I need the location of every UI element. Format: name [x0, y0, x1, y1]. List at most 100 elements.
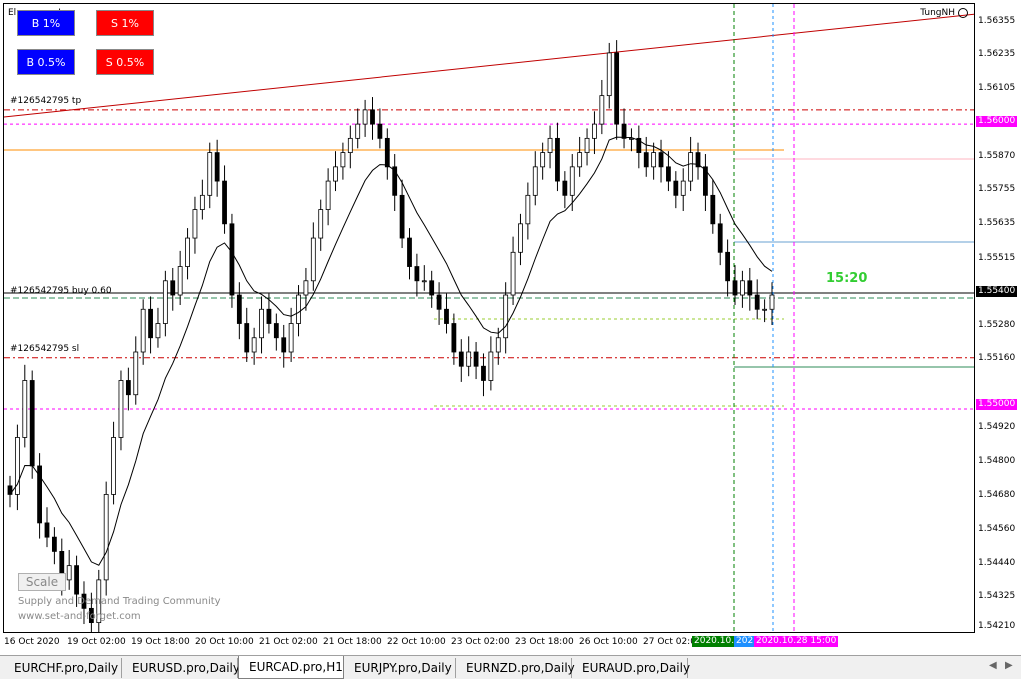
price-tick: 1.55515 [978, 253, 1016, 263]
time-tick: 26 Oct 10:00 [579, 637, 638, 647]
candle-body [229, 223, 235, 296]
sell-1-percent-button[interactable]: S 1% [96, 10, 154, 36]
tab-euraud[interactable]: EURAUD.pro,Daily [572, 658, 690, 678]
candle-body [710, 194, 716, 225]
chart-area[interactable]: ElL B 1% S 1% B 0.5% S 0.5% #126542795 t… [3, 3, 975, 633]
candle-body [74, 565, 79, 595]
candle-body [451, 323, 457, 353]
candle-body [547, 137, 553, 154]
price-axis[interactable]: 1.56355 1.56235 1.56105 1.56000 1.55870 … [975, 3, 1021, 633]
candle-body [281, 337, 287, 353]
candle-body [754, 294, 760, 310]
sl-line-label: #126542795 sl [10, 344, 80, 354]
price-tick: 1.56105 [978, 83, 1016, 93]
price-tick: 1.55635 [978, 218, 1016, 228]
candle-body [621, 123, 627, 139]
candle-body [503, 294, 509, 339]
candle-body [22, 380, 28, 438]
candle-body [562, 180, 568, 196]
time-tick: 22 Oct 10:00 [387, 637, 446, 647]
tab-eurchf[interactable]: EURCHF.pro,Daily [4, 658, 122, 678]
tab-eurcad[interactable]: EURCAD.pro,H1 [238, 656, 344, 679]
time-tick: 21 Oct 18:00 [323, 637, 382, 647]
candle-body [481, 365, 486, 381]
candle-body [103, 494, 109, 581]
chart-tab-bar: EURCHF.pro,Daily EURUSD.pro,Daily EURCAD… [0, 655, 1021, 679]
candle-body [540, 152, 546, 168]
tp-line-label: #126542795 tp [10, 96, 82, 106]
time-tag-magenta: 2020.10.28 15:00 [754, 636, 839, 647]
tab-eurusd[interactable]: EURUSD.pro,Daily [122, 658, 240, 678]
candle-body [66, 565, 72, 581]
candle-body [732, 280, 738, 296]
candle-body [555, 137, 560, 182]
price-tick: 1.54325 [978, 591, 1016, 601]
chart-canvas[interactable] [4, 4, 975, 633]
candle-body [495, 337, 501, 353]
candle-body [310, 237, 316, 282]
candle-body [429, 280, 435, 296]
candle-body [651, 152, 657, 168]
candle-body [148, 308, 153, 339]
chevron-left-icon[interactable]: ◀ [989, 660, 997, 671]
candle-body [414, 266, 420, 282]
candle-body [244, 323, 250, 353]
time-tag-green: 2020.10. [692, 636, 737, 647]
candle-body [318, 209, 324, 239]
candle-body [44, 522, 50, 538]
candle-body [407, 237, 412, 267]
price-tick: 1.54440 [978, 558, 1016, 568]
time-tick: 19 Oct 18:00 [131, 637, 190, 647]
candle-body [532, 166, 538, 196]
tab-eurnzd[interactable]: EURNZD.pro,Daily [456, 658, 575, 678]
entry-price-tag: 1.55400 [976, 286, 1018, 297]
candle-body [133, 351, 139, 396]
candle-body [296, 294, 301, 324]
price-tick: 1.54800 [978, 456, 1016, 466]
candle-body [473, 351, 479, 367]
candle-body [436, 294, 442, 310]
candle-body [466, 351, 472, 367]
chevron-right-icon[interactable]: ▶ [1005, 660, 1013, 671]
price-tick: 1.56235 [978, 49, 1016, 59]
candle-body [185, 237, 190, 267]
candle-body [525, 194, 531, 225]
candle-body [362, 109, 368, 125]
candle-body [207, 152, 213, 196]
buy-1-percent-button[interactable]: B 1% [17, 10, 75, 36]
candle-body [510, 251, 516, 296]
candle-body [399, 194, 405, 239]
scale-button[interactable]: Scale [18, 573, 66, 591]
price-tick: 1.54680 [978, 490, 1016, 500]
candle-body [680, 180, 686, 196]
candle-body [384, 137, 390, 168]
buy-half-percent-button[interactable]: B 0.5% [17, 49, 75, 75]
time-tick: 23 Oct 02:00 [451, 637, 510, 647]
candle-body [340, 152, 346, 168]
candle-body [592, 123, 597, 139]
candle-body [518, 223, 523, 253]
smiley-icon [958, 8, 968, 18]
candle-body [259, 308, 264, 339]
candle-body [222, 180, 227, 225]
candle-body [717, 223, 723, 253]
candle-body [370, 109, 375, 125]
moving-average-line [9, 136, 773, 566]
candle-body [355, 123, 361, 139]
candle-body [288, 323, 294, 353]
candle-body [266, 308, 272, 324]
candle-body [111, 437, 116, 495]
candle-body [577, 152, 583, 168]
time-axis[interactable]: 16 Oct 2020 19 Oct 02:00 19 Oct 18:00 20… [3, 633, 975, 651]
time-tag-blue: 202 [734, 636, 756, 647]
candle-body [377, 123, 383, 139]
candle-body [666, 166, 671, 182]
candle-body [569, 166, 575, 196]
time-tick: 16 Oct 2020 [4, 637, 60, 647]
time-tick: 23 Oct 18:00 [515, 637, 574, 647]
sell-half-percent-button[interactable]: S 0.5% [96, 49, 154, 75]
candle-body [273, 323, 279, 339]
zone-top-price-tag: 1.56000 [976, 116, 1018, 127]
price-tick: 1.54210 [978, 621, 1016, 631]
tab-eurjpy[interactable]: EURJPY.pro,Daily [344, 658, 456, 678]
